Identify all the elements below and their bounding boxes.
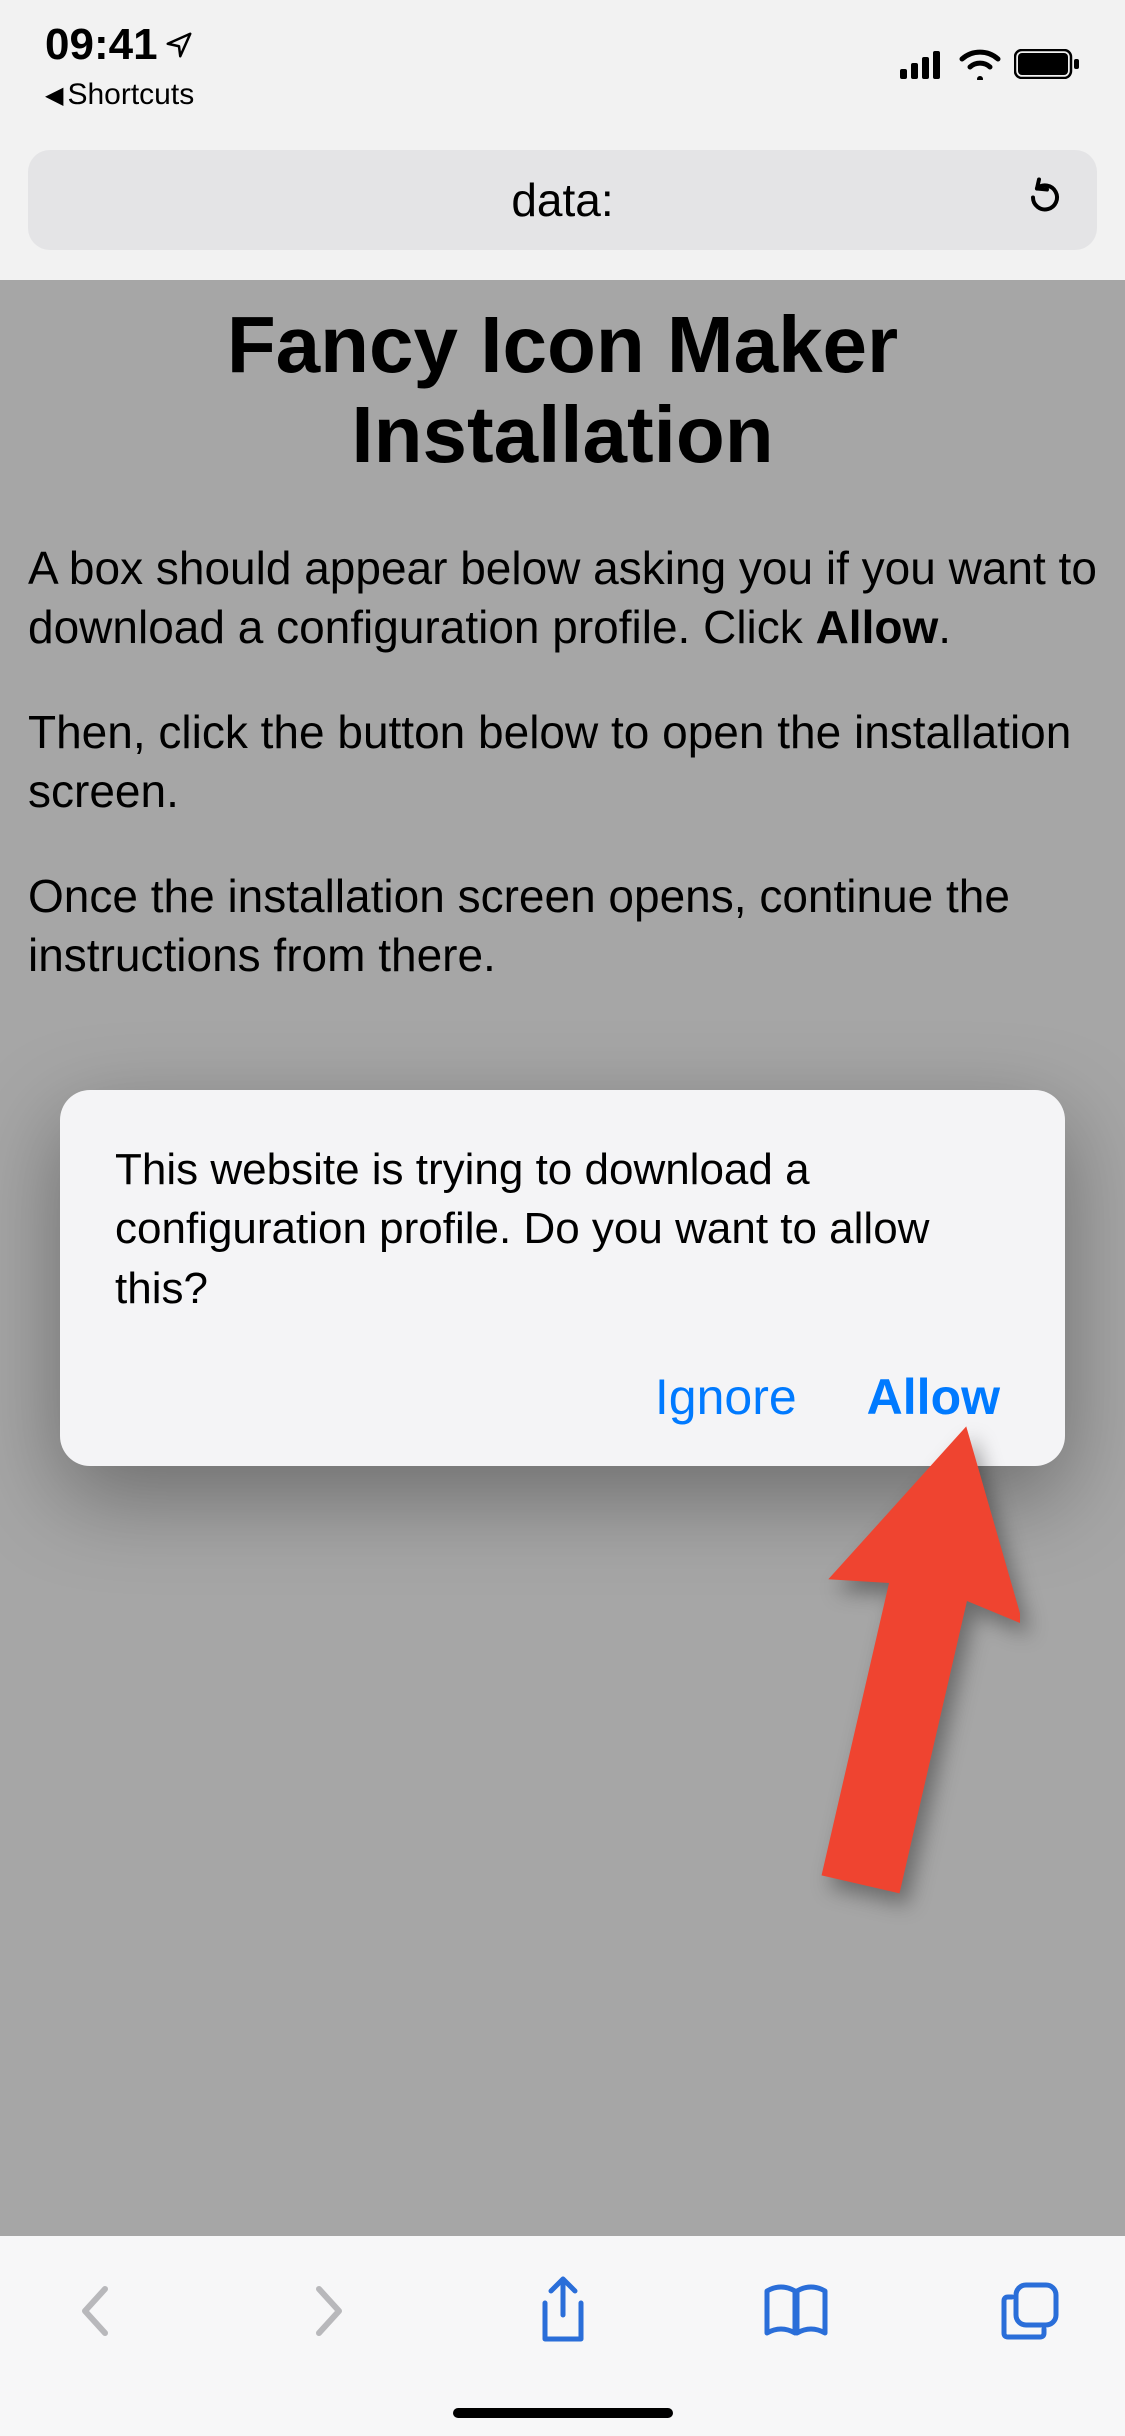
status-right bbox=[900, 20, 1080, 80]
back-button[interactable] bbox=[60, 2276, 130, 2346]
share-icon bbox=[535, 2275, 591, 2347]
status-time: 09:41 bbox=[45, 20, 194, 70]
status-left: 09:41 ◀ Shortcuts bbox=[45, 20, 194, 112]
bookmarks-button[interactable] bbox=[761, 2276, 831, 2346]
back-to-app-button[interactable]: ◀ Shortcuts bbox=[45, 78, 194, 112]
ignore-button[interactable]: Ignore bbox=[655, 1368, 797, 1426]
allow-button[interactable]: Allow bbox=[867, 1368, 1000, 1426]
download-profile-dialog: This website is trying to download a con… bbox=[60, 1090, 1065, 1466]
wifi-icon bbox=[958, 48, 1002, 80]
forward-button[interactable] bbox=[294, 2276, 364, 2346]
time-text: 09:41 bbox=[45, 20, 158, 70]
back-caret-icon: ◀ bbox=[45, 81, 63, 110]
reload-button[interactable] bbox=[1021, 174, 1069, 227]
location-icon bbox=[164, 30, 194, 60]
tabs-button[interactable] bbox=[995, 2276, 1065, 2346]
status-bar: 09:41 ◀ Shortcuts bbox=[0, 0, 1125, 130]
back-app-label: Shortcuts bbox=[67, 78, 194, 112]
share-button[interactable] bbox=[528, 2276, 598, 2346]
reload-icon bbox=[1021, 174, 1069, 222]
cellular-icon bbox=[900, 49, 946, 79]
annotation-arrow bbox=[800, 1420, 1020, 1925]
dialog-buttons: Ignore Allow bbox=[115, 1368, 1010, 1426]
home-indicator[interactable] bbox=[453, 2408, 673, 2418]
safari-toolbar bbox=[0, 2236, 1125, 2436]
battery-icon bbox=[1014, 49, 1080, 79]
address-bar[interactable]: data: bbox=[28, 150, 1097, 250]
book-icon bbox=[761, 2283, 831, 2339]
chevron-right-icon bbox=[309, 2281, 349, 2341]
url-text: data: bbox=[28, 173, 1097, 227]
chevron-left-icon bbox=[75, 2281, 115, 2341]
tabs-icon bbox=[998, 2279, 1062, 2343]
arrow-up-icon bbox=[800, 1420, 1020, 1920]
dialog-message: This website is trying to download a con… bbox=[115, 1140, 1010, 1318]
